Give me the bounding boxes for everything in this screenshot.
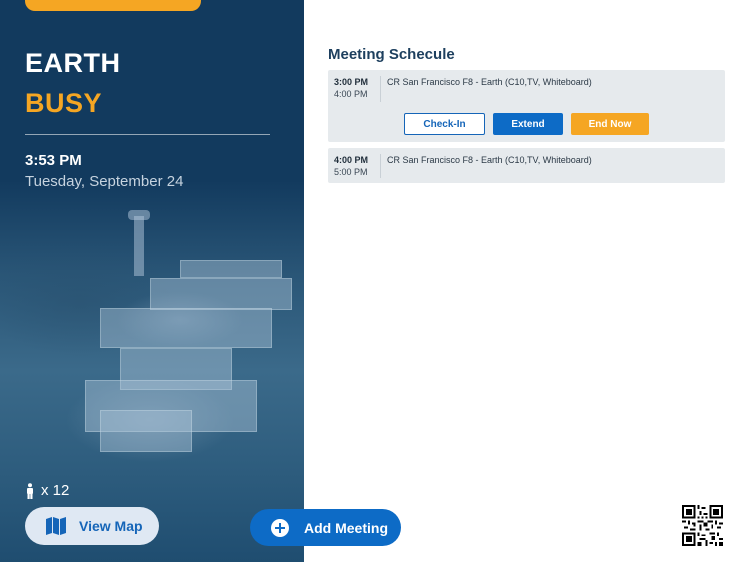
meeting-start-time: 3:00 PM [334,77,369,87]
add-meeting-button[interactable]: Add Meeting [250,509,401,546]
meeting-end-time: 5:00 PM [334,167,368,177]
capacity-count: x 12 [41,482,70,499]
meeting-title: CR San Francisco F8 - Earth (C10,TV, Whi… [387,155,592,165]
add-meeting-label: Add Meeting [304,519,388,536]
person-icon [27,482,33,499]
meeting-end-time: 4:00 PM [334,89,368,99]
room-capacity: x 12 [25,482,69,499]
plus-circle-icon [271,518,289,537]
meeting-card[interactable]: 3:00 PM 4:00 PM CR San Francisco F8 - Ea… [328,70,725,142]
meeting-time-range: 4:00 PM 5:00 PM [334,154,381,178]
current-date: Tuesday, September 24 [25,173,184,190]
room-name: EARTH [25,48,121,78]
view-map-label: View Map [79,518,143,534]
meeting-card[interactable]: 4:00 PM 5:00 PM CR San Francisco F8 - Ea… [328,148,725,183]
end-now-button[interactable]: End Now [571,113,649,135]
meeting-title: CR San Francisco F8 - Earth (C10,TV, Whi… [387,77,592,87]
schedule-title: Meeting Schecule [328,46,455,63]
current-time: 3:53 PM [25,152,82,169]
map-icon [46,517,66,535]
room-status-panel: EARTH BUSY 3:53 PM Tuesday, September 24… [0,0,304,562]
qr-code-icon[interactable] [682,505,723,546]
meeting-start-time: 4:00 PM [334,155,369,165]
extend-button[interactable]: Extend [493,113,563,135]
view-map-button[interactable]: View Map [25,507,159,545]
divider [25,134,270,135]
meeting-time-range: 3:00 PM 4:00 PM [334,76,381,102]
status-indicator-bar [25,0,201,11]
room-status: BUSY [25,88,103,118]
campus-aerial-photo [0,180,304,562]
check-in-button[interactable]: Check-In [404,113,485,135]
